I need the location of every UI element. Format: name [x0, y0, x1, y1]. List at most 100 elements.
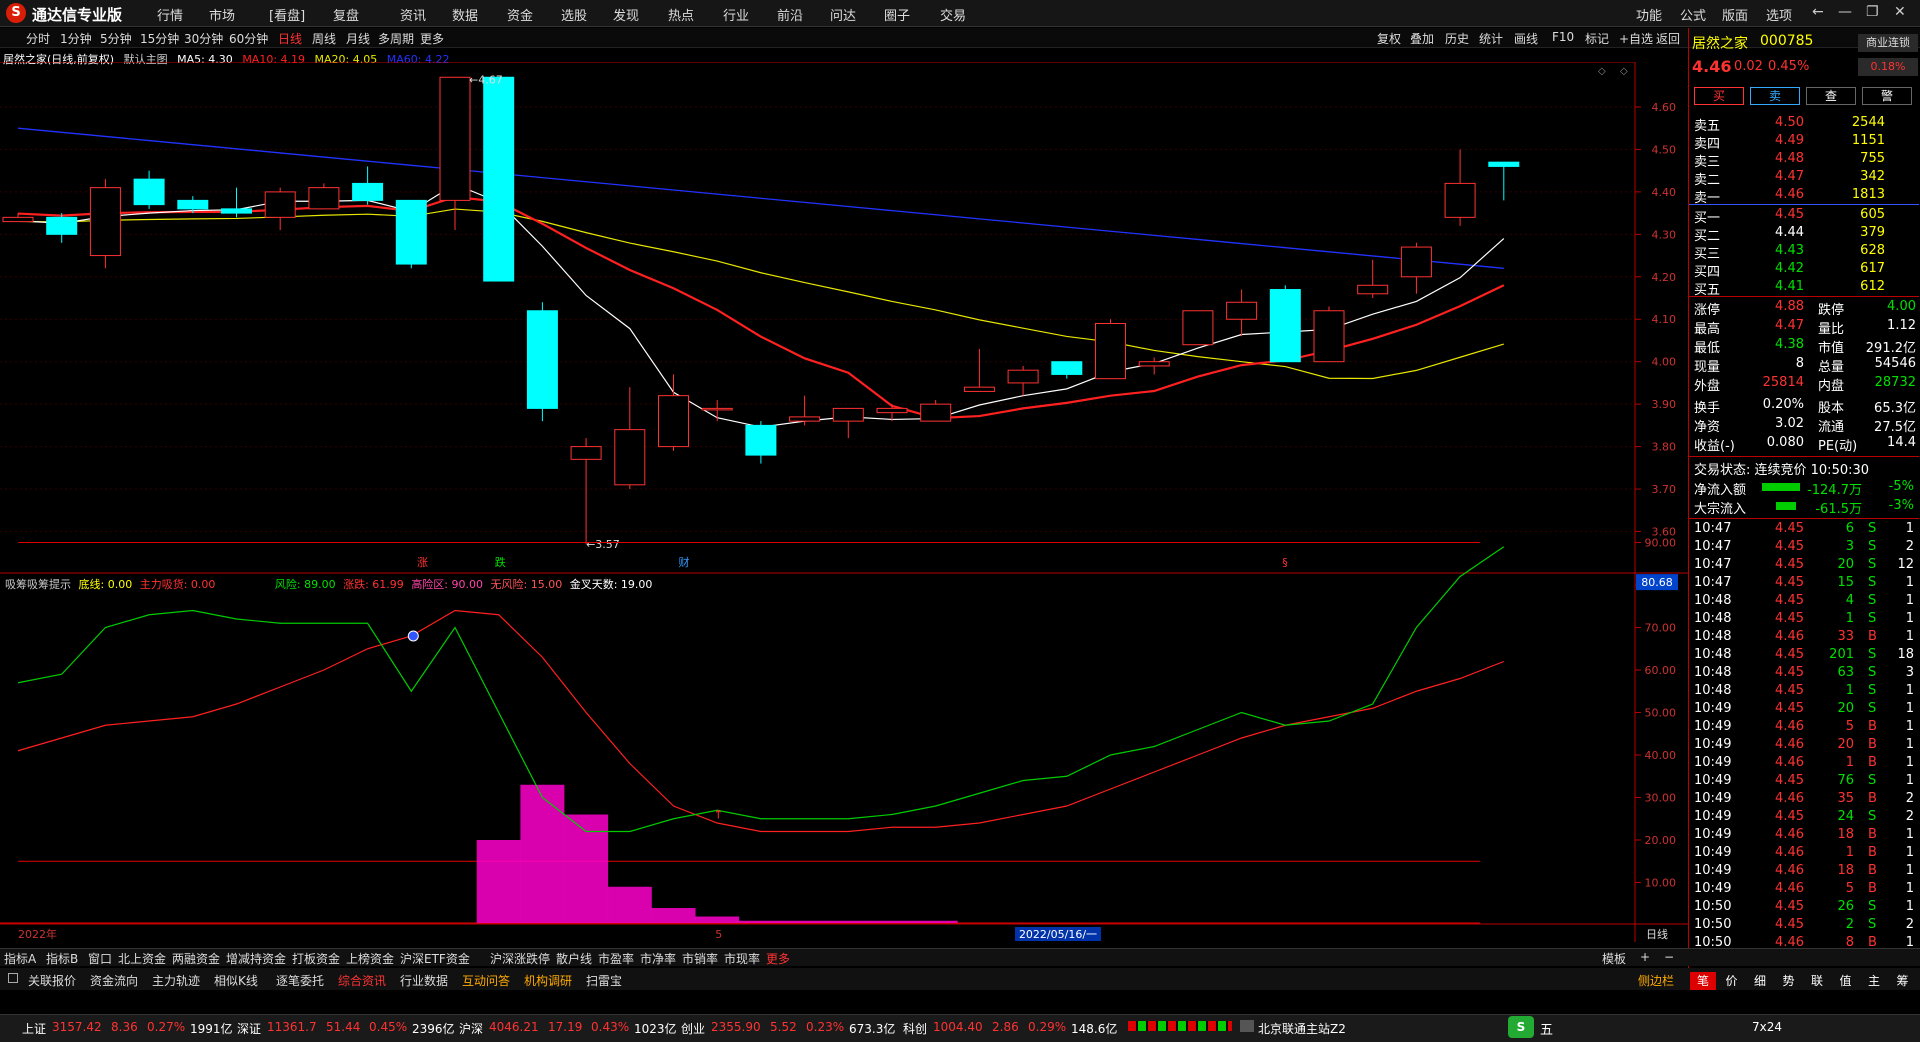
indicator-tab-2[interactable]: 窗口: [88, 950, 112, 967]
bid-price[interactable]: 4.43: [1760, 243, 1804, 258]
ask-price[interactable]: 4.47: [1760, 169, 1804, 184]
tool-8[interactable]: 机构调研: [524, 972, 572, 989]
tool-0[interactable]: 关联报价: [28, 972, 76, 989]
menu-item-13[interactable]: 圈子: [884, 5, 910, 24]
menu-item-14[interactable]: 交易: [940, 5, 966, 24]
menu-item-1[interactable]: 市场: [209, 5, 235, 24]
menu-item-9[interactable]: 热点: [668, 5, 694, 24]
menu-right-3[interactable]: 选项: [1766, 5, 1792, 24]
news-clock[interactable]: 7x24: [1752, 1020, 1782, 1034]
index-name[interactable]: 上证: [22, 1020, 46, 1037]
quote-button-0[interactable]: 买: [1694, 87, 1744, 105]
menu-item-7[interactable]: 选股: [561, 5, 587, 24]
quote-button-1[interactable]: 卖: [1750, 87, 1800, 105]
indicator-tab-6[interactable]: 打板资金: [292, 950, 340, 967]
quote-button-3[interactable]: 警: [1862, 87, 1912, 105]
indicator-tab-12[interactable]: 市净率: [640, 950, 676, 967]
ask-price[interactable]: 4.50: [1760, 115, 1804, 130]
indicator-tab-14[interactable]: 市现率: [724, 950, 760, 967]
period-10[interactable]: 更多: [420, 30, 444, 47]
index-name[interactable]: 创业: [681, 1020, 705, 1037]
period-1[interactable]: 1分钟: [60, 30, 92, 47]
toolbar-8[interactable]: 返回: [1656, 30, 1680, 47]
indicator-tab-1[interactable]: 指标B: [46, 950, 78, 967]
indicator-tab-11[interactable]: 市盈率: [598, 950, 634, 967]
period-0[interactable]: 分时: [26, 30, 50, 47]
indicator-tab-9[interactable]: 沪深涨跌停: [490, 950, 550, 967]
side-tab-3[interactable]: 势: [1776, 972, 1802, 990]
tool-3[interactable]: 相似K线: [214, 972, 258, 989]
tool-9[interactable]: 扫雷宝: [586, 972, 622, 989]
restore-icon[interactable]: ❐: [1866, 4, 1879, 20]
indicator-tab-15[interactable]: 更多: [766, 950, 790, 967]
side-tab-2[interactable]: 细: [1747, 972, 1773, 990]
tool-1[interactable]: 资金流向: [90, 972, 138, 989]
toolbar-7[interactable]: +自选: [1619, 30, 1653, 47]
period-5[interactable]: 60分钟: [229, 30, 268, 47]
indicator-tab-13[interactable]: 市销率: [682, 950, 718, 967]
template-control-2[interactable]: −: [1664, 950, 1674, 964]
bid-price[interactable]: 4.41: [1760, 279, 1804, 294]
layout-icon[interactable]: [8, 973, 18, 983]
indicator-tab-0[interactable]: 指标A: [4, 950, 36, 967]
menu-item-11[interactable]: 前沿: [777, 5, 803, 24]
toolbar-1[interactable]: 叠加: [1410, 30, 1434, 47]
index-name[interactable]: 深证: [237, 1020, 261, 1037]
menu-item-3[interactable]: 复盘: [333, 5, 359, 24]
toolbar-2[interactable]: 历史: [1445, 30, 1469, 47]
sidebar-toggle[interactable]: 侧边栏: [1638, 972, 1674, 989]
side-tab-6[interactable]: 主: [1861, 972, 1887, 990]
server-label[interactable]: 北京联通主站Z2: [1258, 1020, 1346, 1037]
toolbar-3[interactable]: 统计: [1479, 30, 1503, 47]
menu-item-12[interactable]: 问达: [830, 5, 856, 24]
toolbar-0[interactable]: 复权: [1377, 30, 1401, 47]
bid-price[interactable]: 4.45: [1760, 207, 1804, 222]
side-tab-1[interactable]: 价: [1719, 972, 1745, 990]
quote-button-2[interactable]: 查: [1806, 87, 1856, 105]
chart-area[interactable]: 4.60 4.50 4.40 4.30 4.20 4.10 4.00 3.90 3.80 3.70…: [0, 62, 1688, 948]
toolbar-5[interactable]: F10: [1552, 30, 1574, 44]
period-2[interactable]: 5分钟: [100, 30, 132, 47]
ask-price[interactable]: 4.48: [1760, 151, 1804, 166]
template-control-0[interactable]: 模板: [1602, 950, 1626, 967]
index-name[interactable]: 沪深: [459, 1020, 483, 1037]
period-9[interactable]: 多周期: [378, 30, 414, 47]
period-8[interactable]: 月线: [346, 30, 370, 47]
period-4[interactable]: 30分钟: [184, 30, 223, 47]
sector-badge[interactable]: 商业连锁: [1858, 34, 1918, 52]
indicator-tab-7[interactable]: 上榜资金: [346, 950, 394, 967]
menu-item-0[interactable]: 行情: [157, 5, 183, 24]
menu-item-8[interactable]: 发现: [613, 5, 639, 24]
menu-item-4[interactable]: 资讯: [400, 5, 426, 24]
indicator-tab-10[interactable]: 散户线: [556, 950, 592, 967]
menu-item-10[interactable]: 行业: [723, 5, 749, 24]
indicator-tab-8[interactable]: 沪深ETF资金: [400, 950, 470, 967]
indicator-tab-5[interactable]: 增减持资金: [226, 950, 286, 967]
bid-price[interactable]: 4.44: [1760, 225, 1804, 240]
menu-right-0[interactable]: 功能: [1636, 5, 1662, 24]
tool-5[interactable]: 综合资讯: [338, 972, 386, 989]
tool-6[interactable]: 行业数据: [400, 972, 448, 989]
side-tab-7[interactable]: 筹: [1890, 972, 1916, 990]
menu-item-6[interactable]: 资金: [507, 5, 533, 24]
bid-price[interactable]: 4.42: [1760, 261, 1804, 276]
index-name[interactable]: 科创: [903, 1020, 927, 1037]
back-icon[interactable]: ←: [1812, 4, 1824, 20]
tool-2[interactable]: 主力轨迹: [152, 972, 200, 989]
ime-icon[interactable]: S: [1508, 1016, 1534, 1038]
side-tab-0[interactable]: 笔: [1690, 972, 1716, 990]
period-7[interactable]: 周线: [312, 30, 336, 47]
menu-right-2[interactable]: 版面: [1722, 5, 1748, 24]
template-control-1[interactable]: +: [1640, 950, 1650, 964]
menu-item-5[interactable]: 数据: [452, 5, 478, 24]
menu-right-1[interactable]: 公式: [1680, 5, 1706, 24]
tool-4[interactable]: 逐笔委托: [276, 972, 324, 989]
ask-price[interactable]: 4.49: [1760, 133, 1804, 148]
indicator-tab-3[interactable]: 北上资金: [118, 950, 166, 967]
toolbar-6[interactable]: 标记: [1585, 30, 1609, 47]
side-tab-5[interactable]: 值: [1833, 972, 1859, 990]
close-icon[interactable]: ✕: [1894, 4, 1906, 20]
period-6[interactable]: 日线: [278, 30, 302, 47]
ime-mode[interactable]: 五: [1540, 1019, 1553, 1038]
ask-price[interactable]: 4.46: [1760, 187, 1804, 202]
